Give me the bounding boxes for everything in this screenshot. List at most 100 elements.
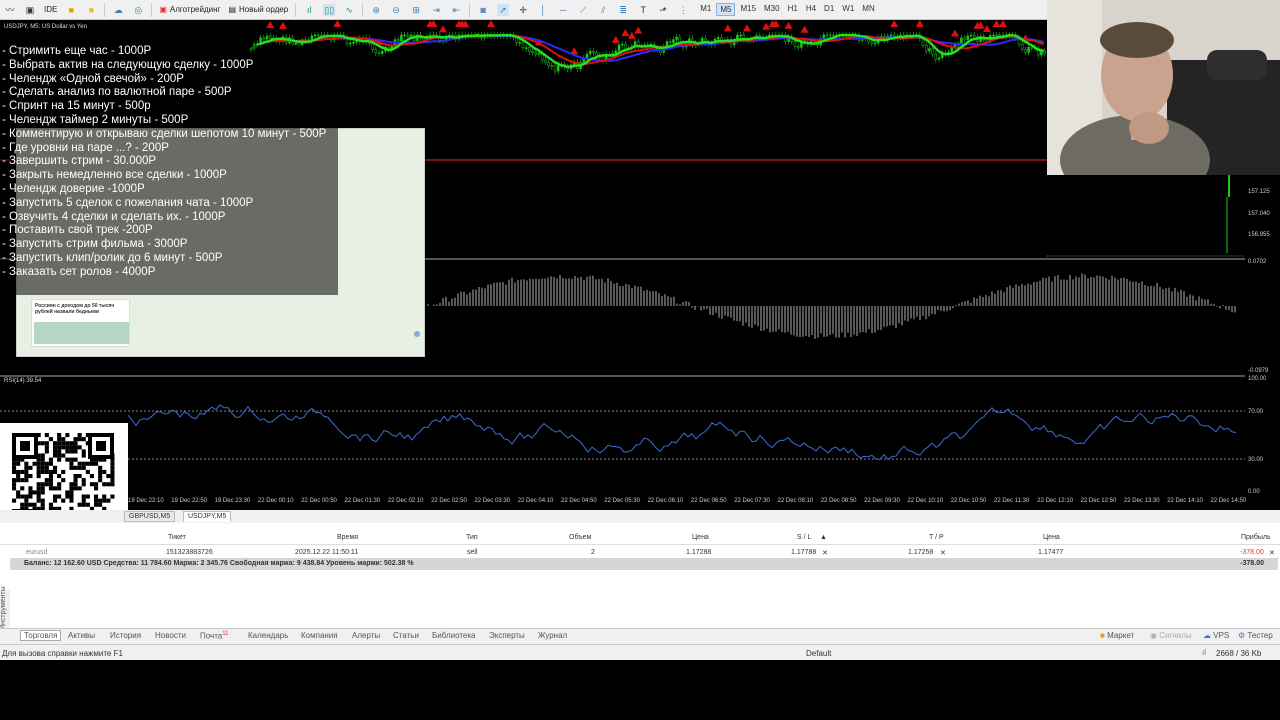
candle	[374, 49, 378, 54]
cloud-icon[interactable]: ☁	[112, 4, 124, 16]
header-ticket[interactable]: Тикет	[168, 534, 186, 541]
signals-link[interactable]: ◉ Сигналы	[1150, 631, 1192, 640]
grid-icon[interactable]: ⊞	[410, 4, 422, 16]
bottom-tab[interactable]: Календарь	[248, 631, 288, 640]
fibonacci-icon[interactable]: ≣	[617, 4, 629, 16]
timeframe-m5[interactable]: M5	[716, 3, 736, 16]
ad-scroll-icon[interactable]	[414, 331, 420, 337]
tester-link[interactable]: ⚙ Тестер	[1238, 631, 1273, 640]
shift-icon[interactable]: ⇤	[450, 4, 462, 16]
qr-module	[77, 474, 82, 479]
bar-chart-icon[interactable]: ıl	[303, 4, 315, 16]
tester-icon: ⚙	[1238, 631, 1246, 640]
row-symbol[interactable]: eurusd	[26, 549, 47, 556]
candle-chart-icon[interactable]: ▯▯	[323, 3, 336, 16]
bottom-tab[interactable]: Журнал	[538, 631, 567, 640]
header-price[interactable]: Цена	[692, 534, 709, 541]
rsi-tick: 0.00	[1248, 489, 1260, 495]
status-profile[interactable]: Default	[806, 649, 831, 658]
header-type[interactable]: Тип	[466, 534, 478, 541]
row-sl[interactable]: 1.17788	[791, 549, 816, 556]
text-icon[interactable]: T	[637, 4, 649, 16]
bottom-tab[interactable]: Активы	[68, 631, 95, 640]
time-label: 22 Dec 12:50	[1080, 498, 1117, 504]
price-chart-right[interactable]	[1047, 175, 1245, 258]
channel-icon[interactable]: ⫽	[597, 4, 609, 16]
qr-module	[53, 469, 58, 474]
chart-type-icon[interactable]: 〰	[4, 4, 16, 16]
crosshair-icon[interactable]: ✛	[517, 4, 529, 16]
signal-arrow	[743, 24, 751, 32]
header-time[interactable]: Время	[337, 534, 358, 541]
qr-module	[61, 441, 66, 446]
screenshot-icon[interactable]: ◙	[477, 4, 489, 16]
toolbox-label[interactable]: Инструменты	[0, 586, 10, 630]
qr-module	[20, 502, 25, 507]
header-price2[interactable]: Цена	[1043, 534, 1060, 541]
timeframe-m15[interactable]: M15	[737, 3, 759, 16]
lock-icon[interactable]: ■	[85, 4, 97, 16]
arrow-icon[interactable]: ⬏	[657, 4, 669, 16]
trendline-icon[interactable]: ⟋	[577, 4, 589, 16]
timeframe-w1[interactable]: W1	[839, 3, 857, 16]
qr-module	[12, 478, 17, 483]
qr-module	[40, 502, 45, 507]
rsi-panel[interactable]	[0, 375, 1245, 495]
header-volume[interactable]: Объем	[569, 534, 591, 541]
header-tp[interactable]: T / P	[929, 534, 944, 541]
timeframe-h4[interactable]: H4	[803, 3, 819, 16]
time-label: 22 Dec 05:30	[604, 498, 640, 504]
vps-link[interactable]: ☁ VPS	[1203, 631, 1229, 640]
qr-module	[89, 482, 94, 487]
time-label: 22 Dec 00:50	[301, 498, 337, 504]
bottom-tab[interactable]: Почта11	[200, 631, 228, 641]
bottom-tab[interactable]: Эксперты	[489, 631, 525, 640]
timeframe-d1[interactable]: D1	[821, 3, 837, 16]
timeframe-h1[interactable]: H1	[785, 3, 801, 16]
cursor-icon[interactable]: ➚	[497, 3, 510, 16]
qr-module	[77, 486, 82, 491]
bottom-tab[interactable]: Компания	[301, 631, 338, 640]
candle	[348, 42, 352, 45]
candle	[262, 37, 266, 40]
autoscroll-icon[interactable]: ⇥	[430, 4, 442, 16]
header-profit[interactable]: Прибыль	[1241, 534, 1271, 541]
close-position-icon[interactable]: ✕	[1269, 549, 1275, 557]
globe-icon[interactable]: ◎	[132, 4, 144, 16]
row-tp[interactable]: 1.17258	[908, 549, 933, 556]
close-sl-icon[interactable]: ✕	[822, 549, 828, 557]
bottom-tab[interactable]: Алерты	[352, 631, 380, 640]
algo-trading-button[interactable]: ▣ Алготрейдинг	[155, 2, 224, 18]
qr-module	[106, 482, 111, 487]
ide-button[interactable]: IDE	[40, 2, 61, 18]
timeframe-m30[interactable]: M30	[761, 3, 783, 16]
vertical-line-icon[interactable]: │	[537, 4, 549, 16]
symbol-label: USDJPY, M5: US Dollar vs Yen	[4, 24, 87, 30]
qr-module	[94, 486, 99, 491]
close-tp-icon[interactable]: ✕	[940, 549, 946, 557]
horizontal-line-icon[interactable]: ─	[557, 4, 569, 16]
bottom-tab[interactable]: Библиотека	[432, 631, 476, 640]
total-profit: -378.00	[1240, 560, 1264, 567]
chart-tab-gbpusd[interactable]: GBPUSD,M5	[124, 511, 176, 522]
bottom-tab[interactable]: Статьи	[393, 631, 419, 640]
bottom-tab-label: Статьи	[393, 631, 419, 640]
timeframe-mn[interactable]: MN	[859, 3, 877, 16]
periods-icon[interactable]: ⋮	[677, 4, 689, 16]
zoom-in-icon[interactable]: ⊕	[370, 4, 382, 16]
qr-module	[98, 502, 103, 507]
bottom-tab[interactable]: Новости	[155, 631, 186, 640]
templates-icon[interactable]: ▣	[24, 4, 36, 16]
folder-icon[interactable]: ■	[65, 4, 77, 16]
zoom-out-icon[interactable]: ⊖	[390, 4, 402, 16]
bottom-tab[interactable]: Торговля	[20, 630, 62, 641]
bottom-tab[interactable]: История	[110, 631, 141, 640]
line-chart-icon[interactable]: ∿	[343, 4, 355, 16]
new-order-button[interactable]: ▤ Новый ордер	[224, 2, 292, 18]
timeframe-m1[interactable]: M1	[697, 3, 714, 16]
market-link[interactable]: ■ Маркет	[1100, 631, 1134, 640]
ad-card[interactable]: Россиян с доходом до 50 тысяч рублей наз…	[31, 299, 130, 347]
qr-module	[12, 486, 17, 491]
chart-tab-usdjpy[interactable]: USDJPY,M5	[183, 511, 232, 522]
header-sl[interactable]: S / L	[797, 534, 811, 541]
